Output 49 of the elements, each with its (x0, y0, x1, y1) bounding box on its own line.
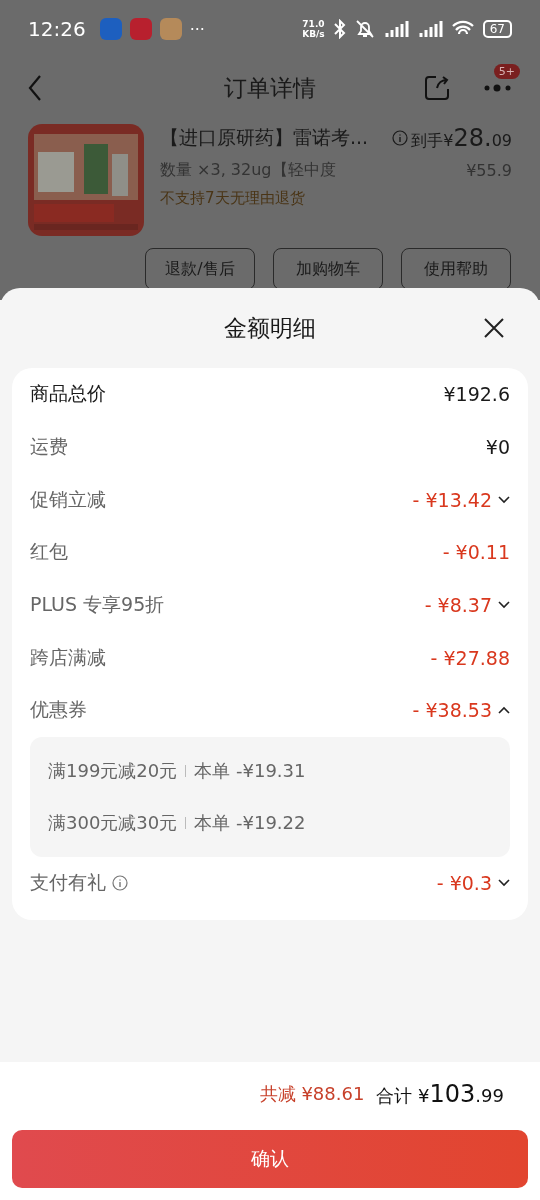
more-icon[interactable] (484, 83, 512, 93)
chevron-up-icon[interactable] (498, 706, 510, 715)
confirm-button[interactable]: 确认 (12, 1130, 528, 1188)
app-icon (99, 18, 122, 40)
status-time: 12:26 (28, 17, 86, 41)
fee-label: 商品总价 (30, 381, 106, 407)
back-icon[interactable] (28, 74, 42, 102)
page-title: 订单详情 (223, 73, 317, 103)
fee-value: - ¥38.53 (412, 699, 492, 722)
fee-label: 促销立减 (30, 486, 106, 512)
battery-level: 67 (482, 20, 512, 38)
coupon-rule: 满199元减20元 (48, 758, 178, 783)
fee-value: - ¥0.3 (436, 872, 492, 895)
fee-value: - ¥13.42 (412, 488, 492, 511)
fee-value: ¥192.6 (443, 383, 510, 406)
final-price: 到手¥28.09 (411, 124, 512, 152)
sheet-title: 金额明细 (224, 313, 316, 343)
share-icon[interactable] (424, 75, 450, 101)
info-icon[interactable] (112, 875, 128, 892)
muted-bell-icon (354, 19, 375, 39)
fee-label: 运费 (30, 434, 68, 460)
chevron-down-icon[interactable] (498, 495, 510, 504)
more-notifications: ··· (189, 19, 205, 39)
coupon-amount: 本单 -¥19.22 (194, 810, 306, 835)
original-price: ¥55.9 (466, 161, 512, 180)
fee-label: 红包 (30, 539, 68, 565)
fee-value: ¥0 (485, 436, 510, 459)
total-saved: 共减 ¥88.61 (259, 1082, 365, 1106)
fee-value: - ¥8.37 (424, 594, 492, 617)
fee-label: 跨店满减 (30, 644, 106, 670)
close-button[interactable] (482, 316, 506, 340)
order-total: 合计 ¥103.99 (376, 1080, 504, 1108)
app-icon (159, 18, 182, 40)
coupon-rule: 满300元减30元 (48, 810, 178, 835)
chevron-down-icon[interactable] (498, 879, 510, 888)
chevron-down-icon[interactable] (498, 601, 510, 610)
fee-value: - ¥0.11 (442, 541, 510, 564)
fee-label: PLUS 专享95折 (30, 592, 165, 618)
network-speed: 71.0 KB/s (302, 19, 325, 39)
notification-badge: 5+ (493, 64, 520, 79)
bluetooth-icon (332, 19, 347, 39)
fee-label: 支付有礼 (30, 870, 106, 896)
app-icon (129, 18, 152, 40)
info-icon[interactable] (392, 130, 409, 146)
fee-label: 优惠券 (30, 697, 87, 723)
coupon-amount: 本单 -¥19.31 (194, 758, 306, 783)
fee-value: - ¥27.88 (430, 646, 510, 669)
product-title[interactable]: 【进口原研药】雷诺考... (160, 125, 369, 151)
return-notice: 不支持7天无理由退货 (160, 189, 306, 208)
